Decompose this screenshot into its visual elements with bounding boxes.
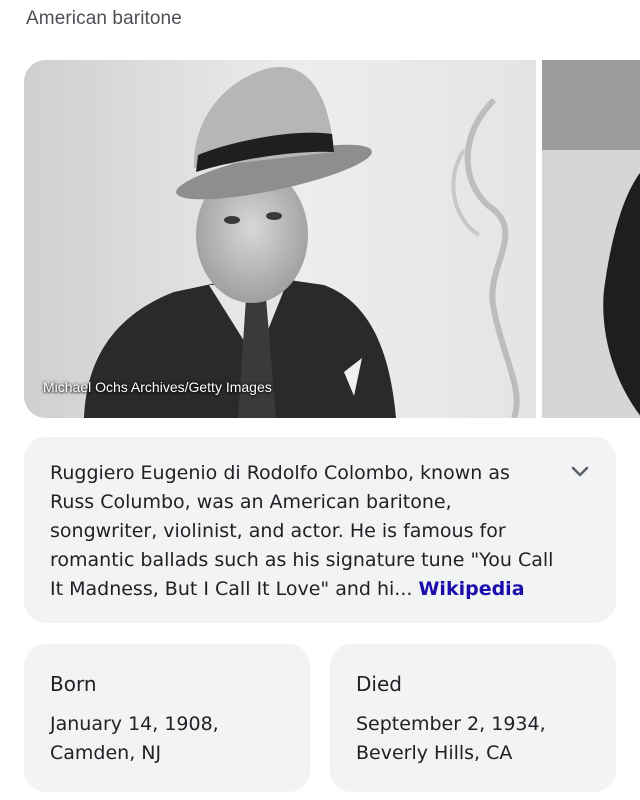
- image-carousel[interactable]: Michael Ochs Archives/Getty Images: [24, 60, 640, 418]
- died-label: Died: [356, 672, 402, 696]
- entity-subtitle: American baritone: [26, 8, 182, 29]
- died-value: September 2, 1934, Beverly Hills, CA: [356, 713, 546, 764]
- description-text: Ruggiero Eugenio di Rodolfo Colombo, kno…: [50, 459, 556, 604]
- next-photo[interactable]: [542, 60, 640, 418]
- photo-credit: Michael Ochs Archives/Getty Images: [43, 379, 272, 395]
- born-label: Born: [50, 672, 97, 696]
- person-photo-icon: [542, 60, 640, 418]
- died-card[interactable]: Died September 2, 1934, Beverly Hills, C…: [330, 644, 616, 792]
- person-photo-icon: [24, 60, 536, 418]
- born-card[interactable]: Born January 14, 1908, Camden, NJ: [24, 644, 310, 792]
- description-card: Ruggiero Eugenio di Rodolfo Colombo, kno…: [24, 437, 616, 623]
- chevron-down-icon[interactable]: [570, 465, 590, 479]
- main-photo[interactable]: Michael Ochs Archives/Getty Images: [24, 60, 536, 418]
- born-value: January 14, 1908, Camden, NJ: [50, 713, 219, 764]
- wikipedia-link[interactable]: Wikipedia: [418, 578, 524, 600]
